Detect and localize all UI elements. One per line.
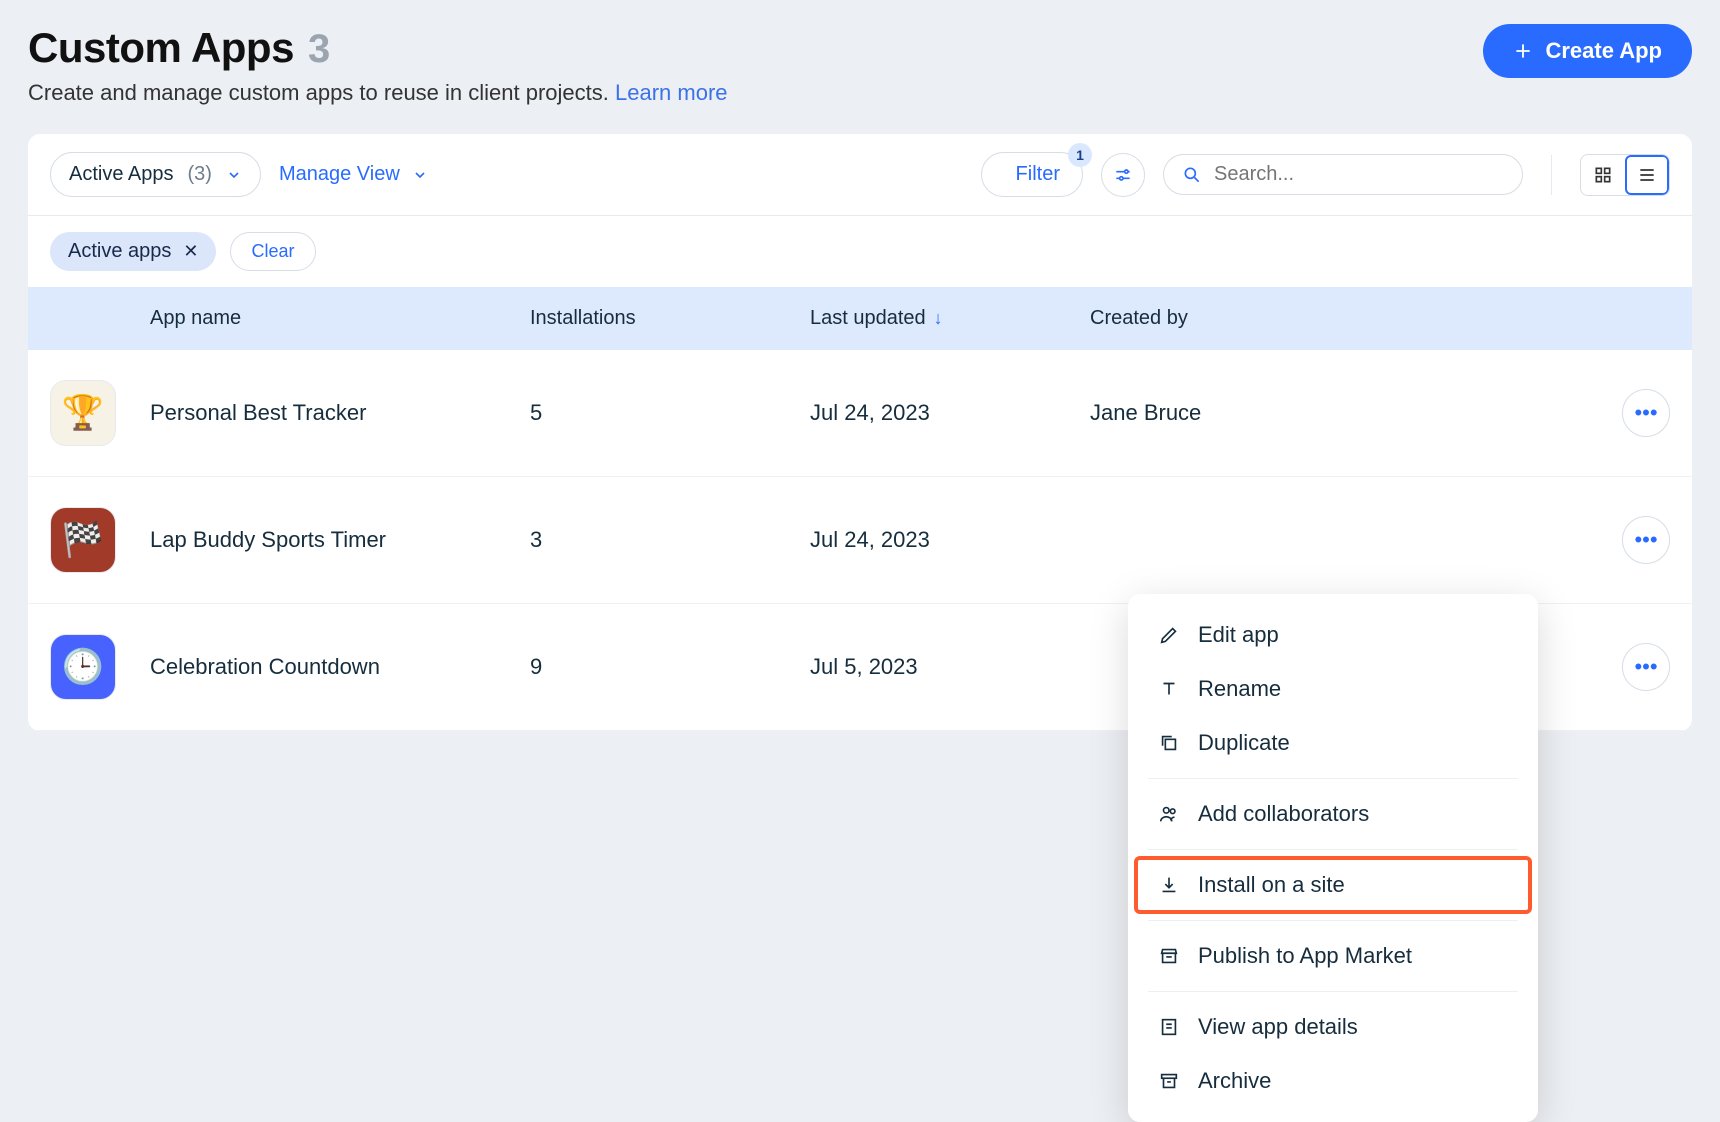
app-name: Lap Buddy Sports Timer [150, 527, 530, 553]
sliders-icon [1113, 165, 1133, 185]
learn-more-link[interactable]: Learn more [615, 80, 728, 105]
last-updated-value: Jul 24, 2023 [810, 400, 1090, 426]
menu-divider [1148, 849, 1518, 850]
menu-publish-app-market[interactable]: Publish to App Market [1128, 929, 1538, 983]
menu-edit-app[interactable]: Edit app [1128, 608, 1538, 662]
pencil-icon [1158, 624, 1180, 646]
view-toggle [1580, 154, 1670, 196]
more-icon: ••• [1634, 527, 1657, 553]
users-icon [1158, 803, 1180, 825]
row-actions-button[interactable]: ••• [1622, 516, 1670, 564]
menu-divider [1148, 991, 1518, 992]
close-icon[interactable]: ✕ [183, 241, 198, 262]
plus-icon [1513, 41, 1533, 61]
column-app-name[interactable]: App name [150, 307, 530, 330]
chevron-down-icon [412, 167, 428, 183]
filter-count-badge: 1 [1068, 143, 1092, 167]
chevron-down-icon [226, 167, 242, 183]
table-row[interactable]: 🏁 Lap Buddy Sports Timer 3 Jul 24, 2023 … [28, 477, 1692, 604]
column-last-updated[interactable]: Last updated↓ [810, 307, 1090, 330]
created-by-value: Jane Bruce [1090, 400, 1570, 426]
menu-divider [1148, 920, 1518, 921]
page-title-count: 3 [308, 27, 330, 72]
sort-descending-icon: ↓ [934, 308, 943, 328]
last-updated-value: Jul 5, 2023 [810, 654, 1090, 680]
filter-chip-active-apps[interactable]: Active apps ✕ [50, 232, 216, 271]
search-icon [1182, 165, 1202, 185]
text-icon [1158, 678, 1180, 700]
more-icon: ••• [1634, 400, 1657, 426]
view-select-count: (3) [188, 163, 212, 186]
archive-icon [1158, 1070, 1180, 1092]
store-icon [1158, 945, 1180, 967]
app-icon: 🕒 [50, 634, 116, 700]
search-input-container[interactable] [1163, 154, 1523, 195]
search-input[interactable] [1214, 163, 1504, 186]
more-icon: ••• [1634, 654, 1657, 680]
settings-button[interactable] [1101, 153, 1145, 197]
menu-divider [1148, 778, 1518, 779]
page-title: Custom Apps [28, 24, 294, 72]
filter-chips-row: Active apps ✕ Clear [28, 216, 1692, 287]
grid-icon [1593, 165, 1613, 185]
app-name: Celebration Countdown [150, 654, 530, 680]
menu-install-on-site[interactable]: Install on a site [1128, 858, 1538, 912]
installations-value: 5 [530, 400, 810, 426]
last-updated-value: Jul 24, 2023 [810, 527, 1090, 553]
toolbar: Active Apps (3) Manage View Filter 1 [28, 134, 1692, 216]
download-icon [1158, 874, 1180, 896]
row-actions-button[interactable]: ••• [1622, 643, 1670, 691]
menu-add-collaborators[interactable]: Add collaborators [1128, 787, 1538, 841]
grid-view-button[interactable] [1581, 155, 1625, 195]
menu-rename[interactable]: Rename [1128, 662, 1538, 716]
details-icon [1158, 1016, 1180, 1038]
menu-view-details[interactable]: View app details [1128, 1000, 1538, 1054]
menu-duplicate[interactable]: Duplicate [1128, 716, 1538, 770]
table-header: App name Installations Last updated↓ Cre… [28, 287, 1692, 350]
copy-icon [1158, 732, 1180, 754]
app-icon: 🏆 [50, 380, 116, 446]
app-name: Personal Best Tracker [150, 400, 530, 426]
column-created-by[interactable]: Created by [1090, 307, 1570, 330]
column-installations[interactable]: Installations [530, 307, 810, 330]
clear-filters-button[interactable]: Clear [230, 232, 315, 271]
menu-archive[interactable]: Archive [1128, 1054, 1538, 1108]
divider [1551, 155, 1552, 195]
manage-view-button[interactable]: Manage View [279, 163, 428, 186]
list-icon [1637, 165, 1657, 185]
list-view-button[interactable] [1625, 155, 1669, 195]
installations-value: 9 [530, 654, 810, 680]
view-select-label: Active Apps [69, 163, 174, 186]
filter-button[interactable]: Filter 1 [981, 152, 1083, 197]
view-select[interactable]: Active Apps (3) [50, 152, 261, 197]
page-subtitle: Create and manage custom apps to reuse i… [28, 80, 728, 106]
table-row[interactable]: 🏆 Personal Best Tracker 5 Jul 24, 2023 J… [28, 350, 1692, 477]
installations-value: 3 [530, 527, 810, 553]
context-menu: Edit app Rename Duplicate Add collaborat… [1128, 594, 1538, 1122]
create-app-button[interactable]: Create App [1483, 24, 1692, 78]
page-header: Custom Apps 3 Create and manage custom a… [28, 24, 1692, 106]
app-icon: 🏁 [50, 507, 116, 573]
row-actions-button[interactable]: ••• [1622, 389, 1670, 437]
